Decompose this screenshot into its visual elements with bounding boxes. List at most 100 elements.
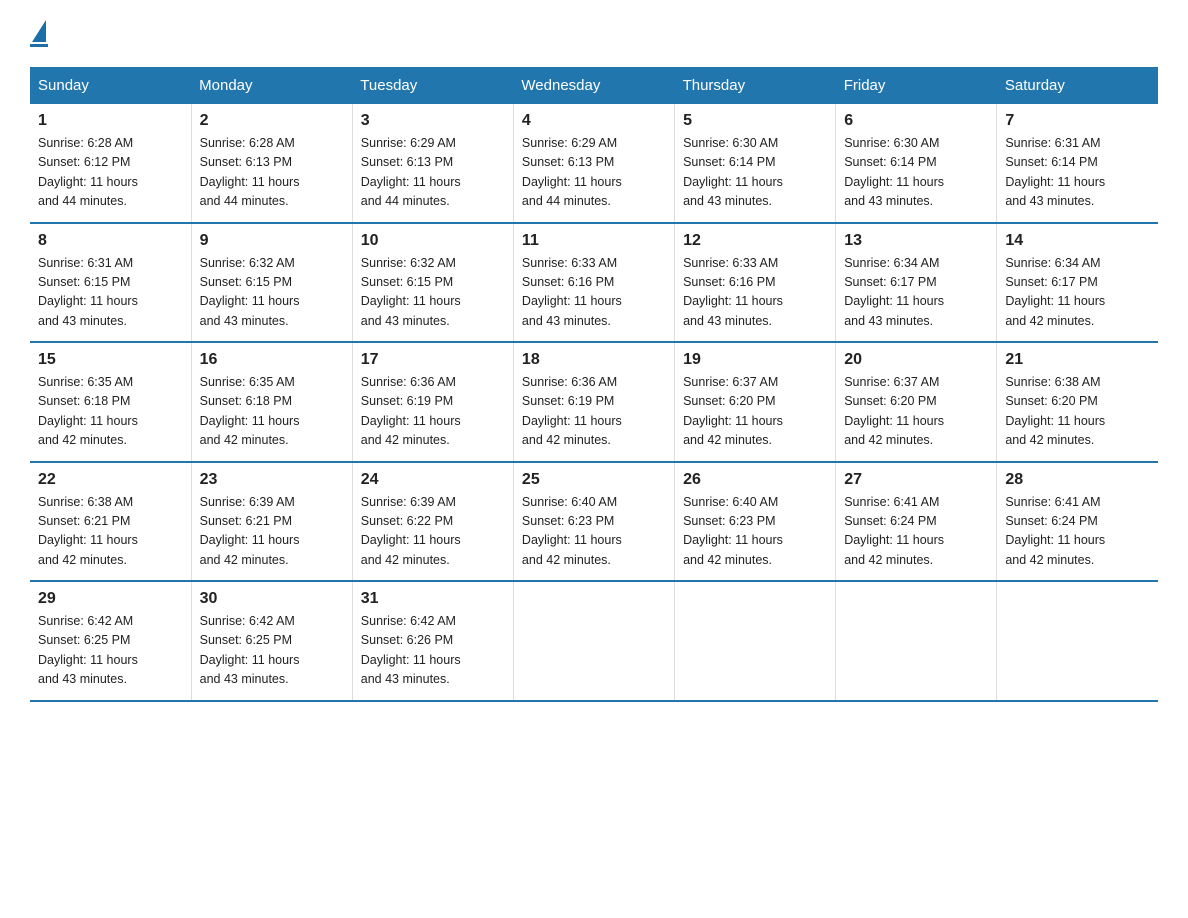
day-number: 6 <box>844 112 988 130</box>
calendar-cell: 1 Sunrise: 6:28 AM Sunset: 6:12 PM Dayli… <box>30 104 191 223</box>
logo <box>30 20 48 47</box>
day-info: Sunrise: 6:38 AM Sunset: 6:21 PM Dayligh… <box>38 493 183 571</box>
calendar-cell: 20 Sunrise: 6:37 AM Sunset: 6:20 PM Dayl… <box>836 342 997 462</box>
day-number: 24 <box>361 471 505 489</box>
day-info: Sunrise: 6:41 AM Sunset: 6:24 PM Dayligh… <box>844 493 988 571</box>
calendar-cell: 14 Sunrise: 6:34 AM Sunset: 6:17 PM Dayl… <box>997 223 1158 343</box>
day-number: 22 <box>38 471 183 489</box>
day-info: Sunrise: 6:31 AM Sunset: 6:14 PM Dayligh… <box>1005 134 1150 212</box>
weekday-header-wednesday: Wednesday <box>513 67 674 104</box>
day-info: Sunrise: 6:30 AM Sunset: 6:14 PM Dayligh… <box>683 134 827 212</box>
calendar-cell: 24 Sunrise: 6:39 AM Sunset: 6:22 PM Dayl… <box>352 462 513 582</box>
day-number: 29 <box>38 590 183 608</box>
week-row-4: 22 Sunrise: 6:38 AM Sunset: 6:21 PM Dayl… <box>30 462 1158 582</box>
day-info: Sunrise: 6:31 AM Sunset: 6:15 PM Dayligh… <box>38 254 183 332</box>
calendar-cell: 23 Sunrise: 6:39 AM Sunset: 6:21 PM Dayl… <box>191 462 352 582</box>
calendar-cell: 29 Sunrise: 6:42 AM Sunset: 6:25 PM Dayl… <box>30 581 191 701</box>
calendar-cell: 2 Sunrise: 6:28 AM Sunset: 6:13 PM Dayli… <box>191 104 352 223</box>
day-info: Sunrise: 6:35 AM Sunset: 6:18 PM Dayligh… <box>38 373 183 451</box>
day-number: 7 <box>1005 112 1150 130</box>
day-info: Sunrise: 6:34 AM Sunset: 6:17 PM Dayligh… <box>844 254 988 332</box>
calendar-cell: 19 Sunrise: 6:37 AM Sunset: 6:20 PM Dayl… <box>675 342 836 462</box>
day-number: 10 <box>361 232 505 250</box>
day-info: Sunrise: 6:30 AM Sunset: 6:14 PM Dayligh… <box>844 134 988 212</box>
calendar-cell: 22 Sunrise: 6:38 AM Sunset: 6:21 PM Dayl… <box>30 462 191 582</box>
week-row-1: 1 Sunrise: 6:28 AM Sunset: 6:12 PM Dayli… <box>30 104 1158 223</box>
calendar-cell: 28 Sunrise: 6:41 AM Sunset: 6:24 PM Dayl… <box>997 462 1158 582</box>
calendar-cell: 5 Sunrise: 6:30 AM Sunset: 6:14 PM Dayli… <box>675 104 836 223</box>
day-number: 27 <box>844 471 988 489</box>
day-info: Sunrise: 6:33 AM Sunset: 6:16 PM Dayligh… <box>522 254 666 332</box>
day-info: Sunrise: 6:29 AM Sunset: 6:13 PM Dayligh… <box>522 134 666 212</box>
calendar-cell: 27 Sunrise: 6:41 AM Sunset: 6:24 PM Dayl… <box>836 462 997 582</box>
day-info: Sunrise: 6:41 AM Sunset: 6:24 PM Dayligh… <box>1005 493 1150 571</box>
day-number: 30 <box>200 590 344 608</box>
day-number: 19 <box>683 351 827 369</box>
calendar-cell: 4 Sunrise: 6:29 AM Sunset: 6:13 PM Dayli… <box>513 104 674 223</box>
day-info: Sunrise: 6:33 AM Sunset: 6:16 PM Dayligh… <box>683 254 827 332</box>
weekday-header-row: SundayMondayTuesdayWednesdayThursdayFrid… <box>30 67 1158 104</box>
page-header <box>30 20 1158 47</box>
weekday-header-sunday: Sunday <box>30 67 191 104</box>
logo-underline <box>30 44 48 47</box>
calendar-cell: 3 Sunrise: 6:29 AM Sunset: 6:13 PM Dayli… <box>352 104 513 223</box>
day-number: 21 <box>1005 351 1150 369</box>
calendar-cell: 16 Sunrise: 6:35 AM Sunset: 6:18 PM Dayl… <box>191 342 352 462</box>
calendar-cell: 21 Sunrise: 6:38 AM Sunset: 6:20 PM Dayl… <box>997 342 1158 462</box>
day-number: 25 <box>522 471 666 489</box>
weekday-header-monday: Monday <box>191 67 352 104</box>
day-info: Sunrise: 6:42 AM Sunset: 6:26 PM Dayligh… <box>361 612 505 690</box>
calendar-cell <box>836 581 997 701</box>
day-info: Sunrise: 6:39 AM Sunset: 6:22 PM Dayligh… <box>361 493 505 571</box>
calendar-cell: 11 Sunrise: 6:33 AM Sunset: 6:16 PM Dayl… <box>513 223 674 343</box>
day-info: Sunrise: 6:40 AM Sunset: 6:23 PM Dayligh… <box>683 493 827 571</box>
calendar-cell: 25 Sunrise: 6:40 AM Sunset: 6:23 PM Dayl… <box>513 462 674 582</box>
calendar-cell: 10 Sunrise: 6:32 AM Sunset: 6:15 PM Dayl… <box>352 223 513 343</box>
day-info: Sunrise: 6:32 AM Sunset: 6:15 PM Dayligh… <box>200 254 344 332</box>
calendar-cell: 26 Sunrise: 6:40 AM Sunset: 6:23 PM Dayl… <box>675 462 836 582</box>
day-number: 16 <box>200 351 344 369</box>
day-number: 9 <box>200 232 344 250</box>
week-row-3: 15 Sunrise: 6:35 AM Sunset: 6:18 PM Dayl… <box>30 342 1158 462</box>
day-number: 8 <box>38 232 183 250</box>
day-number: 31 <box>361 590 505 608</box>
day-number: 17 <box>361 351 505 369</box>
calendar-cell: 13 Sunrise: 6:34 AM Sunset: 6:17 PM Dayl… <box>836 223 997 343</box>
calendar-cell: 7 Sunrise: 6:31 AM Sunset: 6:14 PM Dayli… <box>997 104 1158 223</box>
weekday-header-thursday: Thursday <box>675 67 836 104</box>
calendar-cell: 9 Sunrise: 6:32 AM Sunset: 6:15 PM Dayli… <box>191 223 352 343</box>
day-info: Sunrise: 6:42 AM Sunset: 6:25 PM Dayligh… <box>200 612 344 690</box>
calendar-table: SundayMondayTuesdayWednesdayThursdayFrid… <box>30 67 1158 702</box>
week-row-2: 8 Sunrise: 6:31 AM Sunset: 6:15 PM Dayli… <box>30 223 1158 343</box>
calendar-cell <box>675 581 836 701</box>
day-number: 20 <box>844 351 988 369</box>
day-number: 13 <box>844 232 988 250</box>
day-info: Sunrise: 6:28 AM Sunset: 6:13 PM Dayligh… <box>200 134 344 212</box>
day-number: 12 <box>683 232 827 250</box>
week-row-5: 29 Sunrise: 6:42 AM Sunset: 6:25 PM Dayl… <box>30 581 1158 701</box>
day-number: 15 <box>38 351 183 369</box>
day-info: Sunrise: 6:34 AM Sunset: 6:17 PM Dayligh… <box>1005 254 1150 332</box>
day-number: 23 <box>200 471 344 489</box>
weekday-header-friday: Friday <box>836 67 997 104</box>
calendar-cell: 6 Sunrise: 6:30 AM Sunset: 6:14 PM Dayli… <box>836 104 997 223</box>
weekday-header-tuesday: Tuesday <box>352 67 513 104</box>
day-info: Sunrise: 6:29 AM Sunset: 6:13 PM Dayligh… <box>361 134 505 212</box>
day-info: Sunrise: 6:36 AM Sunset: 6:19 PM Dayligh… <box>361 373 505 451</box>
calendar-cell <box>997 581 1158 701</box>
day-info: Sunrise: 6:28 AM Sunset: 6:12 PM Dayligh… <box>38 134 183 212</box>
calendar-cell: 17 Sunrise: 6:36 AM Sunset: 6:19 PM Dayl… <box>352 342 513 462</box>
day-number: 11 <box>522 232 666 250</box>
calendar-cell: 15 Sunrise: 6:35 AM Sunset: 6:18 PM Dayl… <box>30 342 191 462</box>
day-number: 26 <box>683 471 827 489</box>
day-info: Sunrise: 6:42 AM Sunset: 6:25 PM Dayligh… <box>38 612 183 690</box>
calendar-cell: 12 Sunrise: 6:33 AM Sunset: 6:16 PM Dayl… <box>675 223 836 343</box>
calendar-cell: 30 Sunrise: 6:42 AM Sunset: 6:25 PM Dayl… <box>191 581 352 701</box>
day-info: Sunrise: 6:32 AM Sunset: 6:15 PM Dayligh… <box>361 254 505 332</box>
day-number: 4 <box>522 112 666 130</box>
day-info: Sunrise: 6:38 AM Sunset: 6:20 PM Dayligh… <box>1005 373 1150 451</box>
day-number: 28 <box>1005 471 1150 489</box>
day-info: Sunrise: 6:37 AM Sunset: 6:20 PM Dayligh… <box>683 373 827 451</box>
day-number: 3 <box>361 112 505 130</box>
calendar-cell: 18 Sunrise: 6:36 AM Sunset: 6:19 PM Dayl… <box>513 342 674 462</box>
